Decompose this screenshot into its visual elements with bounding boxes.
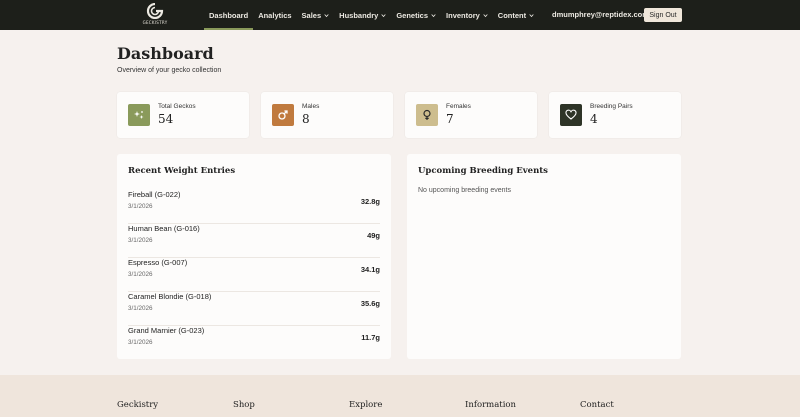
nav-item-genetics[interactable]: Genetics [391, 0, 441, 30]
heart-icon [560, 104, 582, 126]
gecko-name: Grand Marnier (G-023) [128, 326, 205, 335]
weight-value: 32.8g [360, 197, 380, 206]
top-navbar: GECKISTRY Dashboard Analytics Sales Husb… [0, 0, 800, 30]
nav-item-label: Content [497, 10, 527, 20]
footer-heading-explore: Explore [349, 400, 383, 410]
chevron-down-icon [483, 13, 488, 17]
sign-out-button[interactable]: Sign Out [644, 8, 682, 22]
male-icon [272, 104, 294, 126]
nav-item-husbandry[interactable]: Husbandry [334, 0, 391, 30]
entry-date: 3/1/2026 [128, 237, 153, 244]
nav-item-label: Analytics [258, 10, 292, 20]
stat-label: Females [446, 103, 471, 110]
weight-value: 35.6g [360, 299, 380, 308]
empty-state-text: No upcoming breeding events [418, 187, 512, 194]
footer: Geckistry Shop Explore Information Conta… [0, 375, 800, 417]
gecko-name: Fireball (G-022) [128, 190, 181, 199]
weight-value: 34.1g [360, 265, 380, 274]
nav-item-label: Sales [301, 10, 322, 20]
logo[interactable]: GECKISTRY [140, 3, 170, 27]
stat-label: Breeding Pairs [590, 103, 633, 110]
stat-card-total-geckos: Total Geckos 54 [117, 92, 249, 138]
weight-row[interactable]: Espresso (G-007) 3/1/2026 34.1g [128, 258, 380, 292]
stat-value: 4 [590, 112, 598, 126]
weight-row[interactable]: Human Bean (G-016) 3/1/2026 49g [128, 224, 380, 258]
nav-item-label: Dashboard [209, 10, 249, 20]
weight-row[interactable]: Fireball (G-022) 3/1/2026 32.8g [128, 190, 380, 224]
page-subtitle: Overview of your gecko collection [117, 67, 222, 74]
stat-value: 7 [446, 112, 454, 126]
footer-heading-geckistry: Geckistry [117, 400, 159, 410]
stat-label: Males [302, 103, 320, 110]
nav-item-label: Inventory [446, 10, 480, 20]
footer-heading-information: Information [465, 400, 517, 410]
entry-date: 3/1/2026 [128, 271, 153, 278]
nav-item-dashboard[interactable]: Dashboard [204, 0, 254, 30]
footer-heading-contact: Contact [580, 400, 614, 410]
weight-row[interactable]: Caramel Blondie (G-018) 3/1/2026 35.6g [128, 292, 380, 326]
stat-card-males: Males 8 [261, 92, 393, 138]
user-email: dmumphrey@reptidex.com [552, 10, 649, 19]
nav-menu: Dashboard Analytics Sales Husbandry Gene… [204, 0, 539, 30]
chevron-down-icon [431, 13, 436, 17]
stat-card-females: Females 7 [405, 92, 537, 138]
entry-date: 3/1/2026 [128, 203, 153, 210]
female-icon [416, 104, 438, 126]
weight-value: 49g [367, 231, 380, 240]
nav-item-inventory[interactable]: Inventory [441, 0, 493, 30]
recent-weights-panel: Recent Weight Entries Fireball (G-022) 3… [117, 154, 391, 359]
page-title: Dashboard [117, 44, 214, 63]
chevron-down-icon [529, 13, 534, 17]
footer-heading-shop: Shop [233, 400, 255, 410]
stat-label: Total Geckos [158, 103, 196, 110]
stat-value: 8 [302, 112, 310, 126]
gecko-name: Espresso (G-007) [128, 258, 188, 267]
nav-item-label: Genetics [396, 10, 429, 20]
entry-date: 3/1/2026 [128, 339, 153, 346]
nav-item-content[interactable]: Content [493, 0, 539, 30]
panel-title: Recent Weight Entries [128, 166, 236, 176]
nav-item-sales[interactable]: Sales [297, 0, 335, 30]
stat-card-breeding-pairs: Breeding Pairs 4 [549, 92, 681, 138]
panel-title: Upcoming Breeding Events [418, 166, 548, 176]
nav-item-analytics[interactable]: Analytics [253, 0, 296, 30]
weight-row[interactable]: Grand Marnier (G-023) 3/1/2026 11.7g [128, 326, 380, 360]
weight-value: 11.7g [361, 333, 380, 342]
nav-item-label: Husbandry [339, 10, 379, 20]
breeding-events-panel: Upcoming Breeding Events No upcoming bre… [407, 154, 681, 359]
logo-text: GECKISTRY [142, 20, 168, 25]
chevron-down-icon [381, 13, 386, 17]
entry-date: 3/1/2026 [128, 305, 153, 312]
logo-icon [146, 3, 164, 19]
sparkle-icon [128, 104, 150, 126]
gecko-name: Caramel Blondie (G-018) [128, 292, 212, 301]
chevron-down-icon [324, 13, 329, 17]
stat-value: 54 [158, 112, 174, 126]
gecko-name: Human Bean (G-016) [128, 224, 200, 233]
